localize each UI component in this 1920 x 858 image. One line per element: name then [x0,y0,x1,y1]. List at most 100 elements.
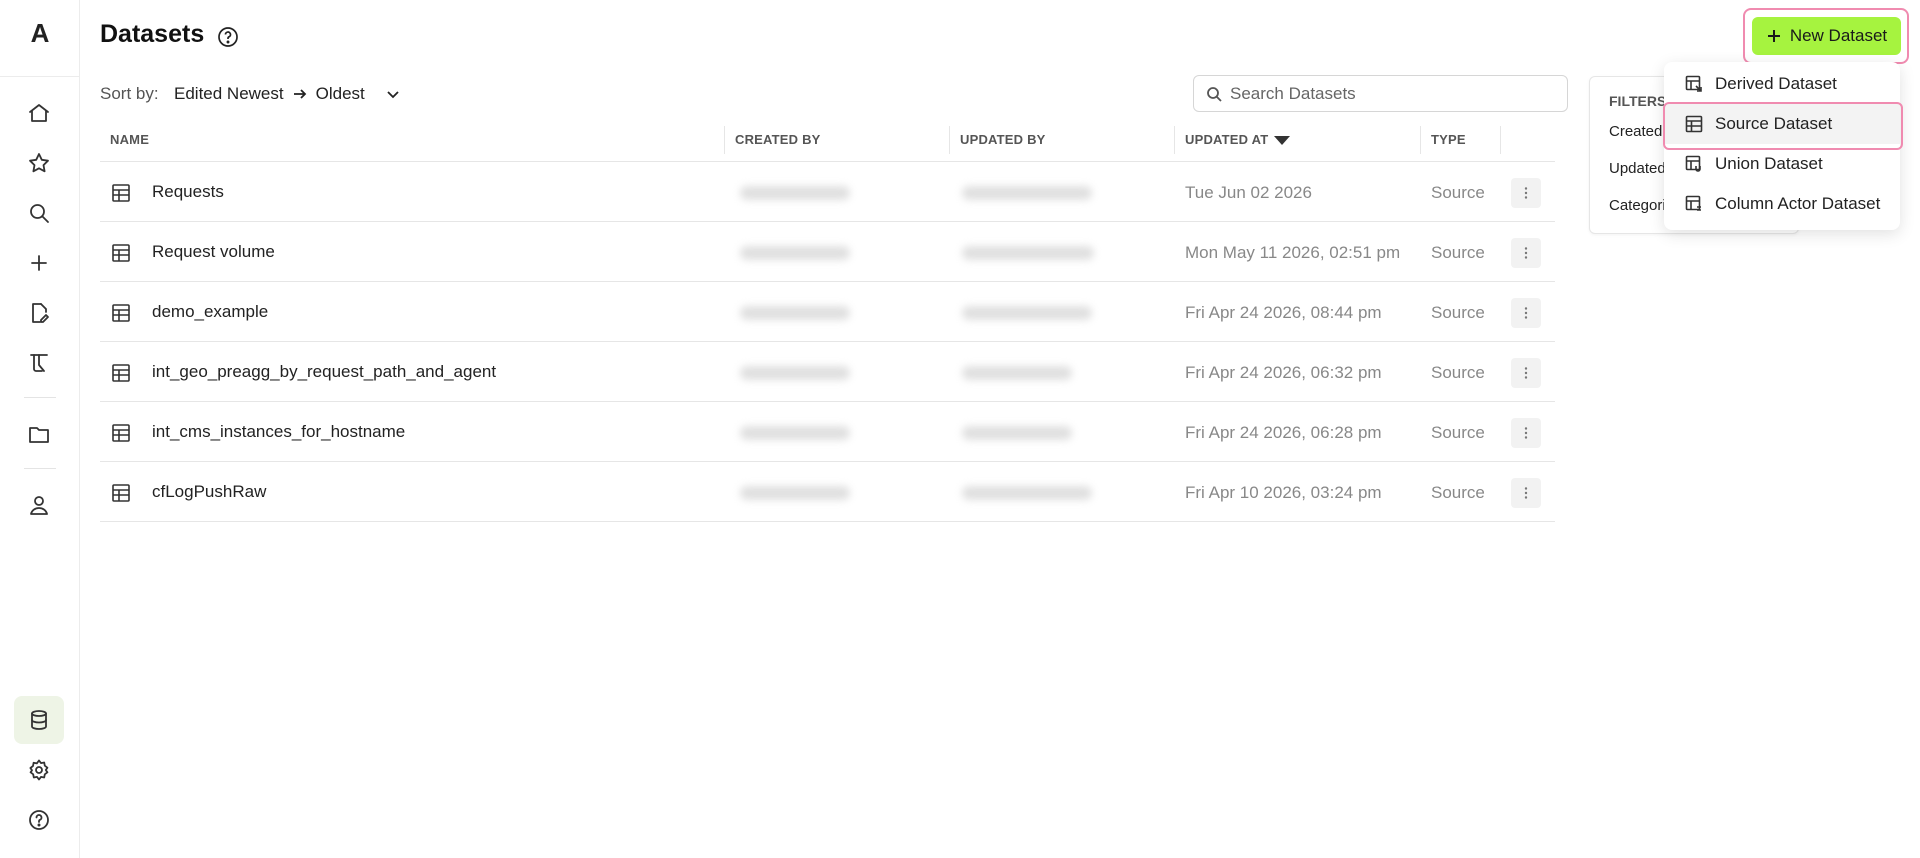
column-header-label: UPDATED AT [1185,132,1269,147]
kebab-icon [1524,247,1528,259]
blurred-updated-by [962,366,1072,380]
sort-desc-icon [1274,136,1291,146]
filter-created[interactable]: Created [1609,123,1662,140]
source-dataset-icon [1685,115,1703,133]
table-icon [111,183,131,203]
column-header-type[interactable]: TYPE [1431,132,1466,147]
column-header-created-by[interactable]: CREATED BY [735,132,821,147]
search-input[interactable] [1230,83,1550,104]
row-menu-button[interactable] [1511,178,1541,208]
dataset-name[interactable]: int_geo_preagg_by_request_path_and_agent [152,362,496,382]
column-header-name[interactable]: NAME [110,132,149,147]
blurred-updated-by [962,426,1072,440]
row-menu-button[interactable] [1511,298,1541,328]
filter-category[interactable]: Categori [1609,197,1666,214]
kebab-icon [1524,367,1528,379]
column-divider [724,126,725,154]
sort-value-to: Oldest [315,84,365,103]
derived-dataset-icon [1685,75,1702,92]
filters-title: FILTERS [1609,93,1667,109]
column-header-updated-at[interactable]: UPDATED AT [1185,132,1291,147]
blurred-updated-by [962,306,1092,320]
table-row[interactable]: int_cms_instances_for_hostname Fri Apr 2… [100,402,1555,462]
updated-at: Tue Jun 02 2026 [1185,183,1312,202]
blurred-created-by [740,306,850,320]
table-icon [111,303,131,323]
plus-icon [1767,30,1780,42]
blurred-created-by [740,486,850,500]
row-menu-button[interactable] [1511,238,1541,268]
edit-file-icon[interactable] [20,294,58,332]
column-divider [1174,126,1175,154]
column-header-updated-by[interactable]: UPDATED BY [960,132,1046,147]
sort-dropdown[interactable]: Edited Newest Oldest [174,84,401,104]
blurred-created-by [740,366,850,380]
table-icon [111,363,131,383]
updated-at: Fri Apr 24 2026, 06:32 pm [1185,363,1382,382]
help-icon[interactable] [216,25,240,49]
blurred-updated-by [962,246,1094,260]
table-icon [111,423,131,443]
new-dataset-menu: Derived Dataset Source Dataset Union Dat… [1664,62,1900,230]
menu-item-derived-dataset[interactable]: Derived Dataset [1664,64,1900,104]
menu-item-union-dataset[interactable]: Union Dataset [1664,144,1900,184]
filter-updated[interactable]: Updated [1609,160,1666,177]
dataset-type: Source [1431,183,1485,202]
sidebar-divider [24,468,56,469]
dataset-type: Source [1431,483,1485,502]
user-icon[interactable] [20,486,58,524]
help-icon[interactable] [20,801,58,839]
union-dataset-icon [1685,155,1701,172]
table-row[interactable]: Requests Tue Jun 02 2026 Source [100,162,1555,222]
home-icon[interactable] [20,94,58,132]
arrow-right-icon [293,89,306,99]
table-row[interactable]: int_geo_preagg_by_request_path_and_agent… [100,342,1555,402]
menu-item-source-dataset[interactable]: Source Dataset [1664,104,1900,144]
column-divider [949,126,950,154]
sort-label: Sort by: [100,84,159,103]
app-logo[interactable]: A [0,18,80,49]
dataset-type: Source [1431,363,1485,382]
dataset-name[interactable]: Request volume [152,242,275,262]
dataset-name[interactable]: int_cms_instances_for_hostname [152,422,405,442]
folder-icon[interactable] [20,415,58,453]
plus-icon[interactable] [20,244,58,282]
blurred-created-by [740,186,850,200]
dataset-type: Source [1431,423,1485,442]
updated-at: Fri Apr 10 2026, 03:24 pm [1185,483,1382,502]
kebab-icon [1524,427,1528,439]
blurred-created-by [740,246,850,260]
dataset-name[interactable]: demo_example [152,302,268,322]
column-divider [1500,126,1501,154]
row-menu-button[interactable] [1511,418,1541,448]
lab-icon[interactable] [20,344,58,382]
dataset-name[interactable]: Requests [152,182,224,202]
search-icon [1207,86,1222,102]
star-icon[interactable] [20,144,58,182]
blurred-created-by [740,426,850,440]
table-row[interactable]: cfLogPushRaw Fri Apr 10 2026, 03:24 pm S… [100,462,1555,522]
menu-item-label: Derived Dataset [1715,74,1837,93]
search-icon[interactable] [20,194,58,232]
datasets-table: NAME CREATED BY UPDATED BY UPDATED AT TY… [100,118,1555,522]
menu-item-label: Union Dataset [1715,154,1823,173]
table-row[interactable]: Request volume Mon May 11 2026, 02:51 pm… [100,222,1555,282]
new-dataset-label: New Dataset [1789,26,1888,45]
dataset-type: Source [1431,303,1485,322]
database-icon[interactable] [14,696,64,744]
new-dataset-button[interactable]: New Dataset [1752,17,1901,55]
sidebar: A [0,0,80,858]
chevron-down-icon [387,91,399,99]
updated-at: Mon May 11 2026, 02:51 pm [1185,243,1401,262]
dataset-type: Source [1431,243,1485,262]
gear-icon[interactable] [20,751,58,789]
sidebar-divider [24,397,56,398]
dataset-name[interactable]: cfLogPushRaw [152,482,266,502]
row-menu-button[interactable] [1511,478,1541,508]
kebab-icon [1524,187,1528,199]
updated-at: Fri Apr 24 2026, 08:44 pm [1185,303,1382,322]
row-menu-button[interactable] [1511,358,1541,388]
table-row[interactable]: demo_example Fri Apr 24 2026, 08:44 pm S… [100,282,1555,342]
menu-item-column-actor-dataset[interactable]: Column Actor Dataset [1664,184,1900,224]
table-icon [111,243,131,263]
